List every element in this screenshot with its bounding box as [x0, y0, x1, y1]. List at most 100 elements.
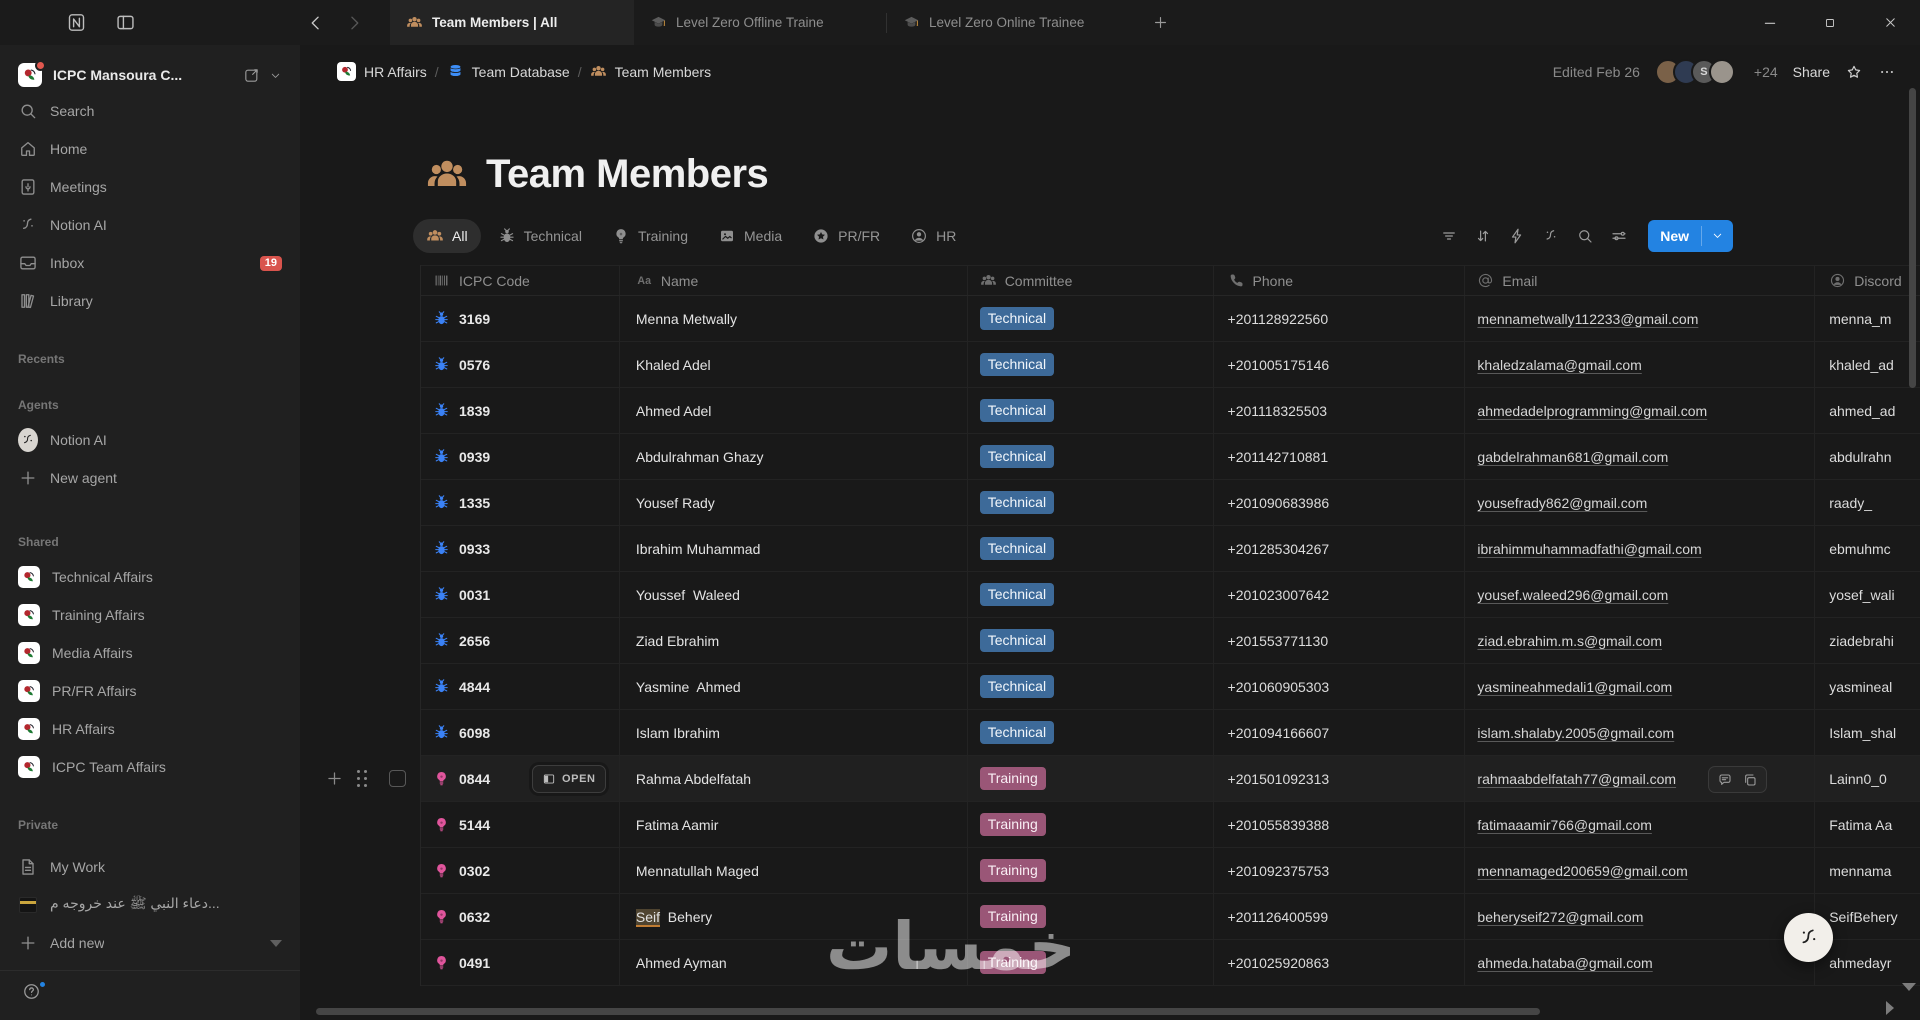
cell-phone[interactable]: +201005175146: [1214, 342, 1466, 387]
cell-icpc-code[interactable]: 0031: [421, 572, 620, 617]
comment-icon[interactable]: [1714, 769, 1736, 791]
sidebar-item-home[interactable]: Home: [8, 130, 292, 168]
notion-ai-icon[interactable]: [1538, 222, 1564, 250]
column-header-committee[interactable]: Committee: [968, 266, 1214, 295]
cell-discord[interactable]: ziadebrahi: [1815, 618, 1920, 663]
email-link[interactable]: yousefrady862@gmail.com: [1477, 495, 1647, 511]
automation-lightning-icon[interactable]: [1504, 222, 1530, 250]
email-link[interactable]: rahmaabdelfatah77@gmail.com: [1477, 771, 1676, 787]
cell-committee[interactable]: Technical: [968, 480, 1214, 525]
sidebar-item-search[interactable]: Search: [8, 92, 292, 130]
cell-discord[interactable]: ahmed_ad: [1815, 388, 1920, 433]
notion-logo-icon[interactable]: [66, 12, 87, 33]
cell-discord[interactable]: menna_m: [1815, 296, 1920, 341]
table-row[interactable]: 2656 Ziad Ebrahim Technical +201553771130 zi…: [421, 618, 1920, 664]
page-icon-people[interactable]: [425, 153, 469, 197]
cell-name[interactable]: Ziad Ebrahim: [620, 618, 968, 663]
email-link[interactable]: ibrahimmuhammadfathi@gmail.com: [1477, 541, 1701, 557]
cell-email[interactable]: gabdelrahman681@gmail.com: [1465, 434, 1816, 479]
breadcrumb-team-database[interactable]: Team Database: [440, 60, 577, 83]
cell-name[interactable]: Ahmed Adel: [620, 388, 968, 433]
avatar-overflow-count[interactable]: +24: [1754, 64, 1778, 80]
nav-forward-icon[interactable]: [344, 13, 364, 33]
cell-committee[interactable]: Technical: [968, 388, 1214, 433]
sidebar-item-technical-affairs[interactable]: Technical Affairs: [8, 558, 292, 596]
vertical-scrollbar[interactable]: [1909, 88, 1916, 388]
column-header-phone[interactable]: Phone: [1214, 266, 1466, 295]
cell-committee[interactable]: Technical: [968, 664, 1214, 709]
section-header-agents[interactable]: Agents: [0, 388, 300, 412]
table-row[interactable]: 0632 Seif Behery Training +201126400599 behe…: [421, 894, 1920, 940]
cell-name[interactable]: Ibrahim Muhammad: [620, 526, 968, 571]
scroll-down-arrow-icon[interactable]: [1902, 983, 1916, 991]
view-tab-training[interactable]: Training: [599, 219, 701, 253]
sidebar-item-pr-fr-affairs[interactable]: PR/FR Affairs: [8, 672, 292, 710]
cell-name[interactable]: Abdulrahman Ghazy: [620, 434, 968, 479]
maximize-button[interactable]: [1800, 0, 1860, 45]
tab-team-members-all[interactable]: Team Members | All: [390, 0, 634, 45]
cell-email[interactable]: khaledzalama@gmail.com: [1465, 342, 1816, 387]
sidebar-item-item[interactable]: دعاء النبي ﷺ عند خروجه م...: [8, 886, 292, 924]
table-row[interactable]: 1335 Yousef Rady Technical +201090683986 you…: [421, 480, 1920, 526]
cell-name[interactable]: Islam Ibrahim: [620, 710, 968, 755]
table-row[interactable]: 4844 Yasmine Ahmed Technical +201060905303 y…: [421, 664, 1920, 710]
view-tab-media[interactable]: Media: [705, 219, 795, 253]
sidebar-item-inbox[interactable]: Inbox 19: [8, 244, 292, 282]
help-button[interactable]: [0, 971, 60, 1011]
cell-phone[interactable]: +201142710881: [1214, 434, 1466, 479]
cell-icpc-code[interactable]: 0939: [421, 434, 620, 479]
cell-discord[interactable]: abdulrahn: [1815, 434, 1920, 479]
cell-phone[interactable]: +201118325503: [1214, 388, 1466, 433]
cell-committee[interactable]: Training: [968, 802, 1214, 847]
view-tab-pr-fr[interactable]: PR/FR: [799, 219, 893, 253]
cell-email[interactable]: ahmeda.hataba@gmail.com: [1465, 940, 1816, 985]
more-options-icon[interactable]: [1878, 63, 1896, 81]
cell-email[interactable]: ahmedadelprogramming@gmail.com: [1465, 388, 1816, 433]
cell-name[interactable]: Fatima Aamir: [620, 802, 968, 847]
cell-icpc-code[interactable]: 5144: [421, 802, 620, 847]
row-checkbox[interactable]: [389, 770, 406, 787]
cell-email[interactable]: beheryseif272@gmail.com: [1465, 894, 1816, 939]
email-link[interactable]: ahmeda.hataba@gmail.com: [1477, 955, 1652, 971]
avatar[interactable]: [1708, 58, 1735, 85]
view-tab-hr[interactable]: HR: [897, 219, 969, 253]
sidebar-item-notion-ai[interactable]: Notion AI: [8, 421, 292, 459]
table-row[interactable]: 0933 Ibrahim Muhammad Technical +2012853042…: [421, 526, 1920, 572]
workspace-switcher[interactable]: ICPC Mansoura C...: [8, 58, 292, 92]
sidebar-item-hr-affairs[interactable]: HR Affairs: [8, 710, 292, 748]
cell-committee[interactable]: Training: [968, 756, 1214, 801]
section-header-shared[interactable]: Shared: [0, 525, 300, 549]
table-row[interactable]: 0031 Youssef Waleed Technical +201023007642…: [421, 572, 1920, 618]
cell-discord[interactable]: Islam_shal: [1815, 710, 1920, 755]
cell-email[interactable]: ziad.ebrahim.m.s@gmail.com: [1465, 618, 1816, 663]
cell-name[interactable]: Yasmine Ahmed: [620, 664, 968, 709]
table-row[interactable]: 5144 Fatima Aamir Training +201055839388 fat…: [421, 802, 1920, 848]
table-row[interactable]: 0939 Abdulrahman Ghazy Technical +201142710…: [421, 434, 1920, 480]
cell-icpc-code[interactable]: 0302: [421, 848, 620, 893]
column-header-email[interactable]: Email: [1465, 266, 1816, 295]
email-link[interactable]: khaledzalama@gmail.com: [1477, 357, 1641, 373]
cell-name[interactable]: Youssef Waleed: [620, 572, 968, 617]
email-link[interactable]: yousef.waleed296@gmail.com: [1477, 587, 1668, 603]
triangle-down-icon[interactable]: [270, 939, 282, 947]
share-button[interactable]: Share: [1793, 64, 1830, 80]
chevron-down-icon[interactable]: [269, 69, 282, 82]
email-link[interactable]: beheryseif272@gmail.com: [1477, 909, 1643, 925]
cell-phone[interactable]: +201128922560: [1214, 296, 1466, 341]
email-link[interactable]: mennametwally112233@gmail.com: [1477, 311, 1698, 327]
sidebar-item-training-affairs[interactable]: Training Affairs: [8, 596, 292, 634]
cell-icpc-code[interactable]: 0933: [421, 526, 620, 571]
new-button-chevron-icon[interactable]: [1702, 220, 1733, 252]
cell-phone[interactable]: +201092375753: [1214, 848, 1466, 893]
cell-phone[interactable]: +201094166607: [1214, 710, 1466, 755]
cell-phone[interactable]: +201553771130: [1214, 618, 1466, 663]
scroll-right-arrow-icon[interactable]: [1886, 1001, 1894, 1015]
cell-committee[interactable]: Technical: [968, 618, 1214, 663]
cell-email[interactable]: islam.shalaby.2005@gmail.com: [1465, 710, 1816, 755]
search-icon[interactable]: [1572, 222, 1598, 250]
cell-committee[interactable]: Technical: [968, 572, 1214, 617]
sidebar-item-notion-ai[interactable]: Notion AI: [8, 206, 292, 244]
cell-discord[interactable]: Lainn0_0: [1815, 756, 1920, 801]
table-row[interactable]: 6098 Islam Ibrahim Technical +201094166607 i…: [421, 710, 1920, 756]
cell-discord[interactable]: mennama: [1815, 848, 1920, 893]
